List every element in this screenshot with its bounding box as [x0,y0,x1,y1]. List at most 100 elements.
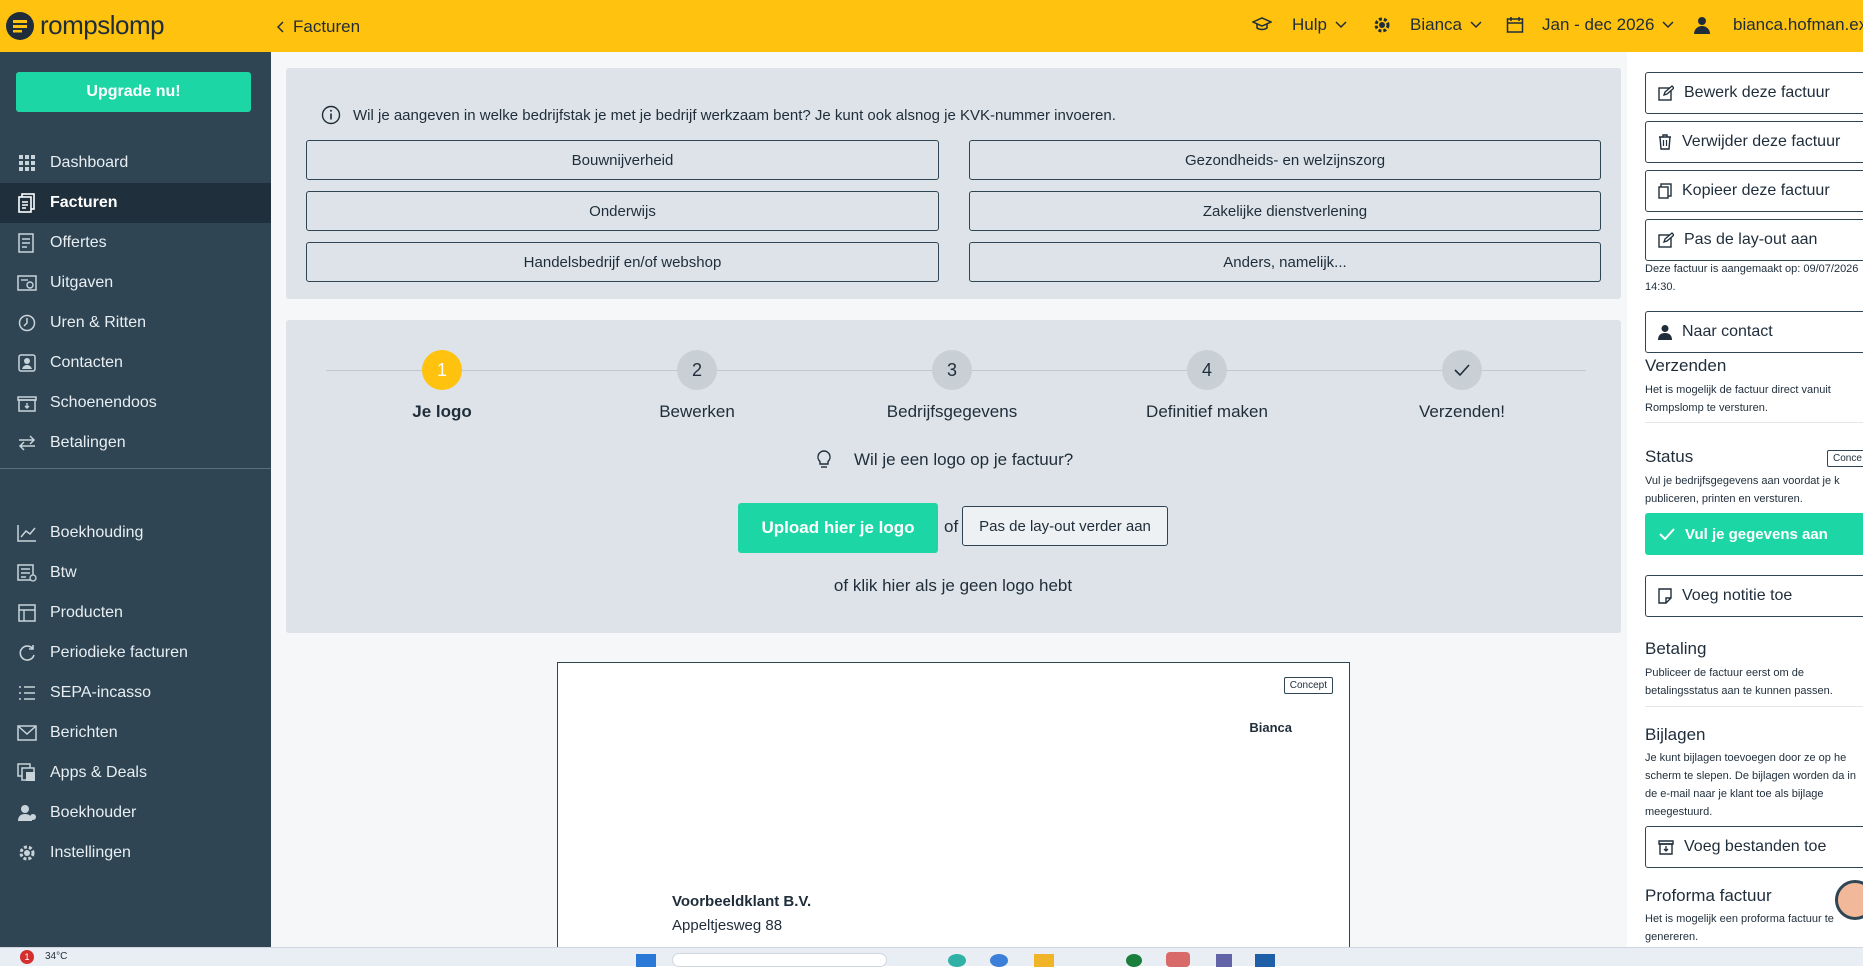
top-bar: rompslomp Facturen Hulp Bianca Jan - dec… [0,0,1863,52]
tax-icon [16,562,38,584]
add-files-button[interactable]: Voeg bestanden toe [1645,826,1863,868]
fill-details-button[interactable]: Vul je gegevens aan [1645,513,1863,555]
delete-invoice-button[interactable]: Verwijder deze factuur [1645,121,1863,163]
sidebar-item-dashboard[interactable]: Dashboard [0,143,271,183]
weather-text: 34°C [45,951,68,962]
sidebar-item-boekhouder[interactable]: Boekhouder [0,793,271,833]
payment-title: Betaling [1645,639,1707,658]
company-menu[interactable]: Bianca [1372,15,1482,35]
help-label: Hulp [1292,15,1327,34]
add-note-button[interactable]: Voeg notitie toe [1645,575,1863,617]
upgrade-button[interactable]: Upgrade nu! [16,72,251,112]
step-number: 4 [1187,350,1227,390]
refresh-icon [16,642,38,664]
sidebar-item-btw[interactable]: Btw [0,553,271,593]
copy-label: Kopieer deze factuur [1682,182,1830,199]
sidebar-item-label: Dashboard [50,154,129,171]
app-icon[interactable] [1255,954,1275,967]
grid-icon [16,152,38,174]
step-number: 3 [932,350,972,390]
wizard-panel: 1 Je logo 2 Bewerken 3 Bedrijfsgegevens … [286,320,1621,633]
step-number: 2 [677,350,717,390]
sidebar-item-contacten[interactable]: Contacten [0,343,271,383]
step-definitief-maken[interactable]: 4 Definitief maken [1107,350,1307,422]
teams-icon[interactable] [1216,954,1232,967]
sector-option[interactable]: Gezondheids- en welzijnszorg [969,140,1601,180]
step-label: Bewerken [659,402,735,421]
browser-icon[interactable] [990,954,1008,967]
attachments-text: Je kunt bijlagen toevoegen door ze op he… [1645,752,1856,818]
no-logo-link[interactable]: of klik hier als je geen logo hebt [286,576,1620,596]
to-contact-button[interactable]: Naar contact [1645,311,1863,353]
logo-question: Wil je een logo op je factuur? [816,450,1073,470]
sidebar-item-label: Facturen [50,194,118,211]
windows-icon[interactable] [636,954,656,967]
sidebar-item-label: Offertes [50,234,107,251]
sidebar-item-uitgaven[interactable]: Uitgaven [0,263,271,303]
folder-icon[interactable] [1034,954,1054,967]
check-icon [1659,528,1675,540]
step-bedrijfsgegevens[interactable]: 3 Bedrijfsgegevens [852,350,1052,422]
sector-option[interactable]: Anders, namelijk... [969,242,1601,282]
sidebar-item-facturen[interactable]: Facturen [0,183,271,223]
user-icon [1658,325,1672,340]
help-menu[interactable]: Hulp [1252,15,1347,35]
chevron-down-icon [1662,21,1674,29]
user-menu[interactable]: bianca.hofman.ext... [1693,15,1863,35]
gear-icon [1374,17,1390,33]
sidebar-item-boekhouding[interactable]: Boekhouding [0,513,271,553]
step-label: Definitief maken [1146,402,1268,421]
sidebar: Upgrade nu! Dashboard Facturen Offertes … [0,52,271,947]
trash-icon [1659,134,1671,150]
step-label: Je logo [412,402,472,421]
layout-invoice-button[interactable]: Pas de lay-out aan [1645,219,1863,261]
invoice-client-name: Voorbeeldklant B.V. [672,893,812,910]
status-badge: Conce [1827,450,1863,467]
app-icon[interactable] [1166,952,1190,967]
mail-icon [16,722,38,744]
sidebar-item-instellingen[interactable]: Instellingen [0,833,271,873]
sidebar-item-schoenendoos[interactable]: Schoenendoos [0,383,271,423]
sidebar-item-apps-deals[interactable]: Apps & Deals [0,753,271,793]
sidebar-item-berichten[interactable]: Berichten [0,713,271,753]
sidebar-item-label: Uitgaven [50,274,114,291]
edit-icon [1658,232,1674,248]
sector-option[interactable]: Onderwijs [306,191,939,231]
sector-option[interactable]: Handelsbedrijf en/of webshop [306,242,939,282]
created-text: Deze factuur is aangemaakt op: 09/07/202… [1645,263,1859,293]
app-icon[interactable] [948,954,966,967]
sidebar-item-offertes[interactable]: Offertes [0,223,271,263]
attachments-title: Bijlagen [1645,725,1706,744]
app-logo[interactable]: rompslomp [6,10,165,41]
sidebar-item-label: Producten [50,604,123,621]
or-label: of [944,517,959,536]
sidebar-item-label: Schoenendoos [50,394,157,411]
sidebar-divider [0,468,271,469]
search-input[interactable] [672,953,887,967]
sidebar-item-betalingen[interactable]: Betalingen [0,423,271,463]
sidebar-item-producten[interactable]: Producten [0,593,271,633]
period-menu[interactable]: Jan - dec 2026 [1506,15,1674,35]
layout-button[interactable]: Pas de lay-out verder aan [962,506,1168,546]
step-bewerken[interactable]: 2 Bewerken [597,350,797,422]
send-title: Verzenden [1645,356,1727,375]
sector-option[interactable]: Zakelijke dienstverlening [969,191,1601,231]
upload-logo-button[interactable]: Upload hier je logo [738,503,938,553]
sidebar-item-label: Berichten [50,724,118,741]
sector-option[interactable]: Bouwnijverheid [306,140,939,180]
sidebar-item-sepa-incasso[interactable]: SEPA-incasso [0,673,271,713]
sector-question-text: Wil je aangeven in welke bedrijfstak je … [353,106,1116,124]
step-je-logo[interactable]: 1 Je logo [342,350,542,422]
breadcrumb[interactable]: Facturen [277,17,360,37]
user-label: bianca.hofman.ext... [1733,15,1863,34]
step-number: 1 [422,350,462,390]
app-icon[interactable] [1126,954,1142,967]
proforma-title: Proforma factuur [1645,886,1772,905]
copy-invoice-button[interactable]: Kopieer deze factuur [1645,170,1863,212]
proforma-text: Het is mogelijk een proforma factuur te … [1645,913,1834,943]
sidebar-item-periodieke-facturen[interactable]: Periodieke facturen [0,633,271,673]
step-verzenden[interactable]: Verzenden! [1362,350,1562,422]
sidebar-item-uren-ritten[interactable]: Uren & Ritten [0,303,271,343]
notification-badge[interactable]: 1 [20,950,34,964]
edit-invoice-button[interactable]: Bewerk deze factuur [1645,72,1863,114]
